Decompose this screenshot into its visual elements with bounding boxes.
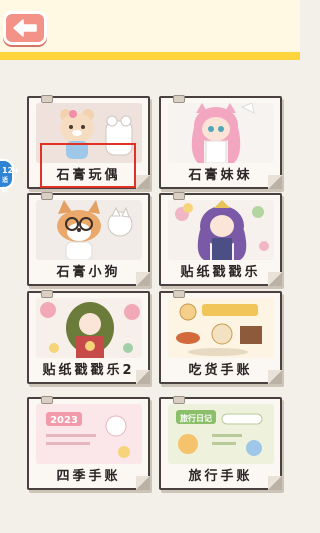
page-curl (268, 175, 282, 189)
page-curl (136, 476, 150, 490)
card-art-travel-journal: 旅行日记 (168, 404, 274, 464)
card-title: 贴纸戳戳乐2 (42, 363, 135, 378)
template-card-travel-journal[interactable]: 旅行日记 旅行手账 (159, 396, 282, 490)
page-curl (268, 370, 282, 384)
card-clip (173, 396, 185, 404)
age-rating-sub: 适龄 (2, 177, 9, 194)
template-card-seasons-journal[interactable]: 2023 四季手账 (27, 396, 150, 490)
back-arrow-icon (13, 19, 37, 37)
card-title: 石膏妹妹 (188, 168, 253, 183)
card-art-cat-ear-girl (168, 103, 274, 163)
card-title: 石膏小狗 (56, 265, 121, 280)
card-clip (41, 192, 53, 200)
journal-tag: 旅行日记 (180, 413, 212, 423)
template-card-sticker-poke[interactable]: 贴纸戳戳乐 (159, 192, 282, 286)
selection-highlight-box (40, 143, 136, 188)
template-card-food-journal[interactable]: 吃货手账 (159, 290, 282, 384)
card-clip (173, 192, 185, 200)
card-title: 吃货手账 (188, 363, 253, 378)
page-curl (136, 272, 150, 286)
card-art-purple-hair-girl (168, 200, 274, 260)
card-art-green-hair-girl (36, 298, 142, 358)
page-curl (136, 370, 150, 384)
page-curl (136, 175, 150, 189)
card-title: 旅行手账 (188, 469, 253, 484)
page-curl (268, 476, 282, 490)
card-clip (173, 95, 185, 103)
card-art-pink-journal: 2023 (36, 404, 142, 464)
template-card-plaster-girl[interactable]: 石膏妹妹 (159, 95, 282, 189)
card-clip (173, 290, 185, 298)
age-rating-badge: 12+ 适龄 (0, 159, 20, 194)
card-clip (41, 95, 53, 103)
card-clip (41, 396, 53, 404)
card-art-food-journal (168, 298, 274, 358)
back-button[interactable] (3, 11, 47, 45)
card-art-corgi (36, 200, 142, 260)
template-card-plaster-dog[interactable]: 石膏小狗 (27, 192, 150, 286)
journal-year: 2023 (50, 415, 78, 426)
card-title: 贴纸戳戳乐 (180, 265, 261, 280)
card-title: 四季手账 (56, 469, 121, 484)
template-card-sticker-poke-2[interactable]: 贴纸戳戳乐2 (27, 290, 150, 384)
page-curl (268, 272, 282, 286)
top-bar (0, 0, 300, 60)
age-rating-label: 12+ (2, 166, 20, 175)
card-clip (41, 290, 53, 298)
